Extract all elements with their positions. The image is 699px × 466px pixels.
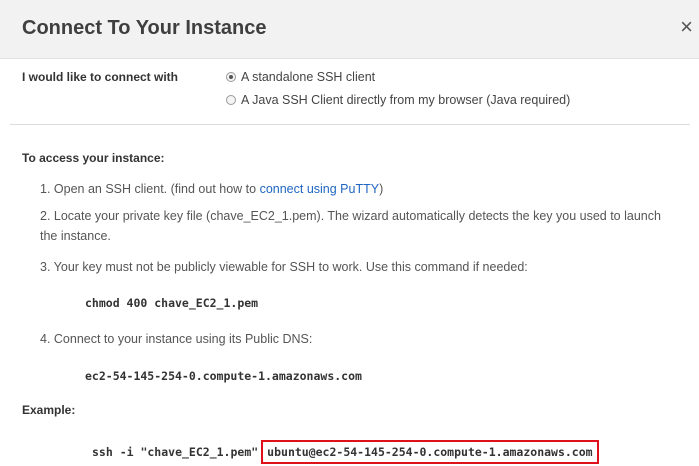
option-standalone-ssh-label: A standalone SSH client: [241, 70, 376, 84]
step-1-suffix: ): [379, 182, 384, 196]
step-3: 3. Your key must not be publicly viewabl…: [40, 260, 528, 274]
connect-dialog: Connect To Your Instance × I would like …: [0, 0, 699, 466]
dialog-title: Connect To Your Instance: [22, 17, 267, 39]
dialog-header: Connect To Your Instance ×: [0, 0, 699, 59]
option-java-ssh[interactable]: A Java SSH Client directly from my brows…: [226, 93, 570, 107]
example-command-target: ubuntu@ec2-54-145-254-0.compute-1.amazon…: [261, 440, 599, 464]
close-icon[interactable]: ×: [680, 16, 693, 38]
divider: [10, 124, 690, 125]
step-1-text: 1. Open an SSH client. (find out how to: [40, 182, 260, 196]
access-heading: To access your instance:: [22, 151, 165, 165]
step-2: 2. Locate your private key file (chave_E…: [40, 209, 661, 243]
option-java-ssh-label: A Java SSH Client directly from my brows…: [241, 93, 571, 107]
radio-unchecked-icon[interactable]: [226, 95, 236, 105]
public-dns: ec2-54-145-254-0.compute-1.amazonaws.com: [85, 369, 362, 383]
step-4: 4. Connect to your instance using its Pu…: [40, 332, 313, 346]
option-standalone-ssh[interactable]: A standalone SSH client: [226, 70, 375, 84]
step-1: 1. Open an SSH client. (find out how to …: [40, 179, 680, 199]
example-command-prefix: ssh -i "chave_EC2_1.pem": [92, 445, 259, 459]
example-command: ssh -i "chave_EC2_1.pem" ubuntu@ec2-54-1…: [92, 440, 599, 464]
example-heading: Example:: [22, 403, 76, 417]
radio-checked-icon[interactable]: [226, 72, 236, 82]
chmod-command: chmod 400 chave_EC2_1.pem: [85, 296, 259, 310]
connect-with-label: I would like to connect with: [22, 70, 179, 84]
putty-link[interactable]: connect using PuTTY: [260, 182, 380, 196]
